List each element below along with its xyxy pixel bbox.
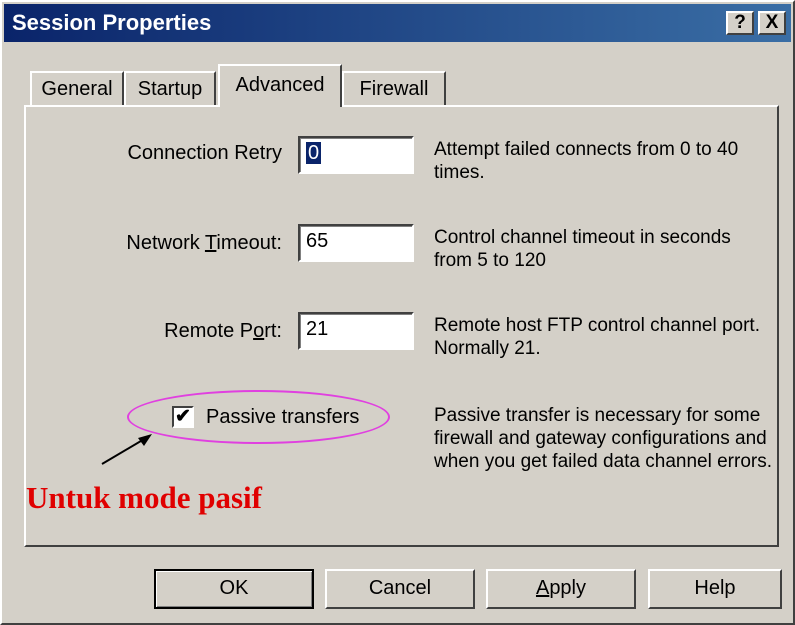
apply-button[interactable]: Apply — [486, 569, 636, 609]
window-title: Session Properties — [12, 10, 212, 35]
ok-button[interactable]: OK — [154, 569, 314, 609]
close-icon: X — [765, 12, 779, 33]
passive-transfers-checkbox[interactable]: ✔ — [172, 406, 194, 428]
connection-retry-input[interactable]: 0 — [298, 136, 414, 174]
network-timeout-description: Control channel timeout in seconds from … — [434, 227, 731, 271]
cancel-button[interactable]: Cancel — [325, 569, 475, 609]
annotation-text: Untuk mode pasif — [26, 480, 262, 515]
remote-port-input[interactable]: 21 — [298, 312, 414, 350]
mnemonic: T — [204, 232, 217, 254]
network-timeout-value: 65 — [306, 230, 329, 252]
connection-retry-description: Attempt failed connects from 0 to 40 tim… — [434, 139, 739, 183]
tab-label: General — [41, 78, 113, 100]
tab-label: Startup — [137, 78, 203, 100]
ok-label: OK — [219, 577, 249, 599]
network-timeout-label: Network Timeout: — [82, 232, 282, 255]
question-icon: ? — [734, 12, 746, 33]
tab-general[interactable]: General — [30, 71, 124, 105]
connection-retry-label: Connection Retry — [127, 142, 282, 164]
network-timeout-input[interactable]: 65 — [298, 224, 414, 262]
passive-transfers-label[interactable]: Passive transfers — [206, 406, 359, 429]
mnemonic: A — [535, 577, 550, 599]
close-button[interactable]: X — [758, 11, 786, 35]
help-label: Help — [694, 577, 736, 599]
tab-firewall[interactable]: Firewall — [342, 71, 446, 105]
cancel-label: Cancel — [368, 577, 432, 599]
apply-label: pply — [549, 577, 587, 599]
help-title-button[interactable]: ? — [726, 11, 754, 35]
label-part: rt: — [264, 320, 282, 342]
remote-port-value: 21 — [306, 318, 329, 340]
checkmark-icon: ✔ — [175, 406, 191, 427]
remote-port-description: Remote host FTP control channel port. No… — [434, 315, 760, 359]
mnemonic: o — [253, 320, 265, 342]
session-properties-dialog: Session Properties ? X General Startup A… — [0, 0, 795, 625]
label-part: Network — [126, 232, 205, 254]
passive-transfers-description: Passive transfer is necessary for some f… — [434, 405, 772, 472]
connection-retry-value: 0 — [306, 142, 322, 164]
label-part: imeout: — [216, 232, 282, 254]
remote-port-label: Remote Port: — [82, 320, 282, 343]
title-bar: Session Properties ? X — [4, 4, 791, 42]
tab-advanced[interactable]: Advanced — [218, 64, 342, 107]
annotation-arrow-icon — [101, 434, 152, 465]
help-button[interactable]: Help — [648, 569, 782, 609]
tab-label: Advanced — [235, 74, 325, 96]
tab-startup[interactable]: Startup — [124, 71, 216, 105]
label-part: Remote P — [164, 320, 254, 342]
tab-label: Firewall — [359, 78, 429, 100]
